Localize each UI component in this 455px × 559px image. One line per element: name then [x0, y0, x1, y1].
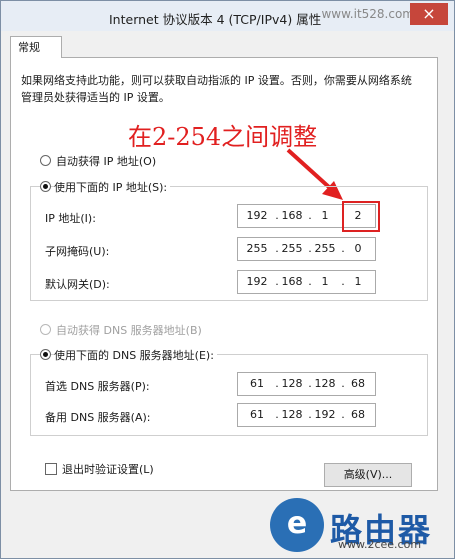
auto-ip-radio[interactable]: [40, 155, 51, 166]
ip-octet: 168: [281, 209, 303, 222]
alternate-dns-label: 备用 DNS 服务器(A):: [45, 411, 151, 424]
subnet-mask-label: 子网掩码(U):: [45, 245, 110, 258]
ip-octet: 192: [246, 275, 268, 288]
validate-on-exit-checkbox[interactable]: [45, 463, 57, 475]
manual-ip-label: 使用下面的 IP 地址(S):: [54, 179, 171, 195]
preferred-dns-label: 首选 DNS 服务器(P):: [45, 380, 150, 393]
ip-octet: 1: [354, 275, 362, 288]
ip-octet: 168: [281, 275, 303, 288]
ip-octet: 1: [321, 209, 329, 222]
ip-octet: 128: [281, 408, 303, 421]
preferred-dns-input[interactable]: 61. 128. 128. 68: [237, 372, 376, 396]
ip-octet: 68: [351, 377, 365, 390]
ip-address-label: IP 地址(I):: [45, 212, 96, 225]
validate-on-exit-label: 退出时验证设置(L): [62, 463, 154, 476]
ip-octet: 255: [281, 242, 303, 255]
auto-dns-label: 自动获得 DNS 服务器地址(B): [56, 324, 202, 337]
logo-subtext: www.2cee.com: [338, 538, 422, 551]
tab-general[interactable]: 常规: [10, 36, 62, 58]
ip-octet: 128: [314, 377, 336, 390]
ip-octet: 255: [314, 242, 336, 255]
default-gateway-input[interactable]: 192. 168. 1. 1: [237, 270, 376, 294]
default-gateway-label: 默认网关(D):: [45, 278, 110, 291]
ip-octet: 1: [321, 275, 329, 288]
ip-octet: 192: [314, 408, 336, 421]
auto-ip-label: 自动获得 IP 地址(O): [56, 155, 157, 168]
ip-octet: 255: [246, 242, 268, 255]
ip-octet: 68: [351, 408, 365, 421]
manual-dns-radio[interactable]: [40, 349, 51, 360]
manual-dns-label: 使用下面的 DNS 服务器地址(E):: [54, 347, 217, 363]
ip-octet: 61: [250, 377, 264, 390]
ip-octet: 128: [281, 377, 303, 390]
auto-dns-radio[interactable]: [40, 324, 51, 335]
ip-octet: 192: [246, 209, 268, 222]
ip-octet: 61: [250, 408, 264, 421]
alternate-dns-input[interactable]: 61. 128. 192. 68: [237, 403, 376, 427]
advanced-button[interactable]: 高级(V)...: [324, 463, 412, 487]
highlight-box: [342, 201, 380, 232]
ip-octet: 0: [354, 242, 362, 255]
manual-ip-radio[interactable]: [40, 181, 51, 192]
subnet-mask-input[interactable]: 255. 255. 255. 0: [237, 237, 376, 261]
logo-icon: e: [270, 498, 324, 552]
